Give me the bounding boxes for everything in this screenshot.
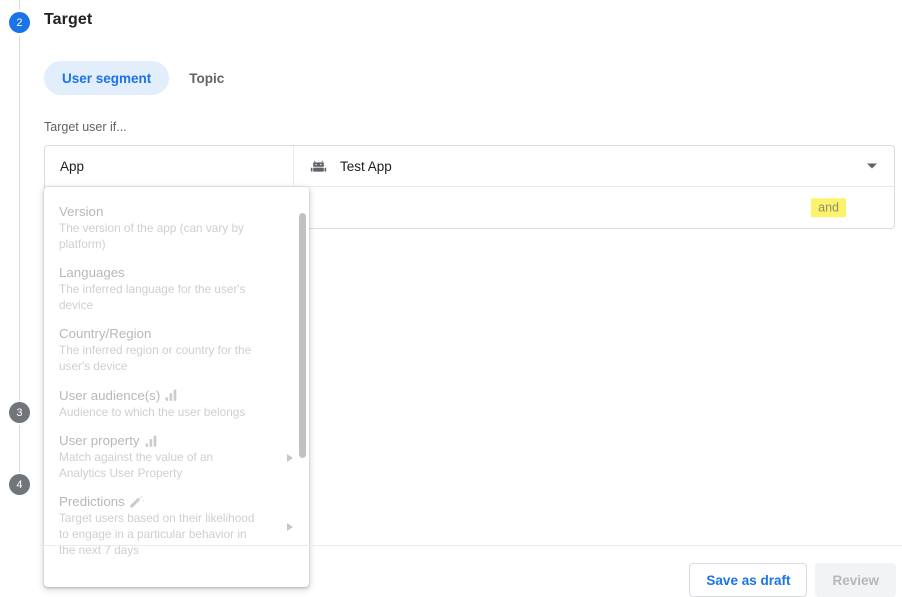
stepper-connector-line [19,0,20,10]
app-value-text: Test App [340,158,392,174]
android-icon [310,160,327,172]
dropdown-item-description: The inferred language for the user's dev… [59,282,246,312]
step-badge-2[interactable]: 2 [9,12,30,33]
field-dropdown-panel[interactable]: Version The version of the app (can vary… [44,187,309,587]
step-badge-4[interactable]: 4 [9,474,30,495]
dropdown-item-user-property[interactable]: User property Match against the value of… [44,427,309,488]
segment-tabs: User segment Topic [44,61,242,95]
chevron-down-icon[interactable] [867,163,877,169]
dropdown-item-description: The version of the app (can vary by plat… [59,221,244,251]
operator-and-chip[interactable]: and [811,197,846,218]
stepper-rail: 2 3 4 [0,0,40,593]
condition-value-empty[interactable]: and [294,187,894,228]
dropdown-item-title: Country/Region [59,326,152,342]
stepper-connector-line [19,425,20,473]
save-as-draft-button[interactable]: Save as draft [689,563,808,597]
dropdown-item-list: Version The version of the app (can vary… [44,187,309,587]
condition-row-app: App Test App [45,146,894,187]
footer-divider [40,545,902,546]
dropdown-item-description: Target users based on their likelihood t… [59,511,255,557]
analytics-bars-icon [145,435,156,447]
magic-wand-icon [129,495,145,508]
dropdown-item-title: Version [59,204,104,219]
dropdown-item-country-region[interactable]: Country/Region The inferred region or co… [44,320,309,381]
footer-actions: Save as draft Review [689,563,896,597]
dropdown-item-title-row: User property [59,432,279,449]
dropdown-item-version[interactable]: Version The version of the app (can vary… [44,198,309,259]
condition-value-select[interactable]: Test App [294,146,894,186]
dropdown-item-description: Match against the value of an Analytics … [59,450,214,480]
dropdown-item-languages[interactable]: Languages The inferred language for the … [44,259,309,320]
dropdown-item-user-audiences[interactable]: User audience(s) Audience to which the u… [44,382,309,428]
dropdown-item-title: User audience(s) [59,387,161,403]
target-user-if-label: Target user if... [44,120,127,134]
review-button: Review [815,563,896,597]
dropdown-item-title-row: Predictions [59,493,279,510]
page-title: Target [44,11,93,28]
dropdown-item-description: The inferred region or country for the u… [59,343,252,373]
tab-user-segment[interactable]: User segment [44,61,170,95]
dropdown-item-title-row: User audience(s) [59,387,279,404]
submenu-arrow-icon[interactable] [287,522,293,531]
tab-topic[interactable]: Topic [171,61,242,95]
dropdown-item-predictions[interactable]: Predictions Target users based on their … [44,488,309,565]
dropdown-item-description: Audience to which the user belongs [59,404,246,419]
dropdown-item-title: Languages [59,265,125,281]
dropdown-item-title: Predictions [59,494,125,510]
analytics-bars-icon [165,389,177,401]
dropdown-item-title: User property [59,433,140,449]
condition-field-select[interactable]: App [45,146,294,186]
step-badge-3[interactable]: 3 [9,402,30,423]
stepper-connector-line [19,36,20,402]
dropdown-scrollbar-thumb[interactable] [299,213,306,458]
submenu-arrow-icon[interactable] [287,453,293,462]
